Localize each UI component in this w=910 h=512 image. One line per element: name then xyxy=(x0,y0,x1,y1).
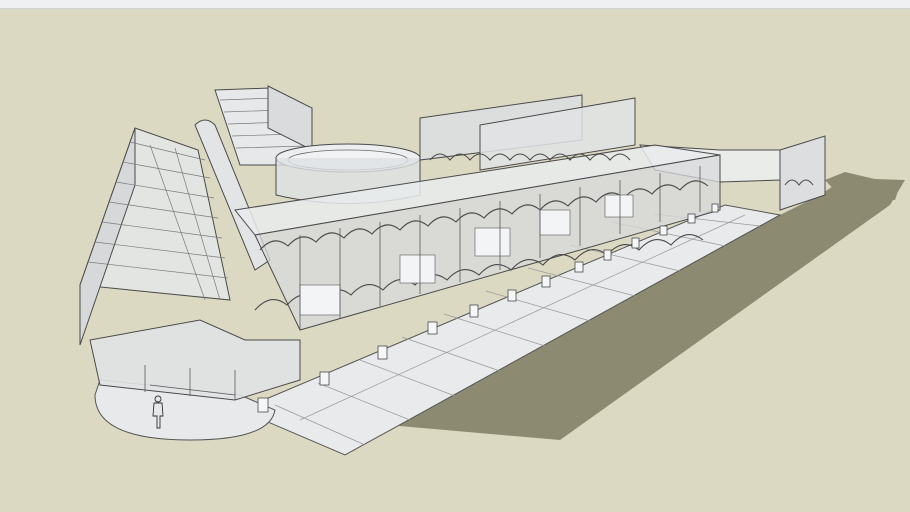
building-model-scene[interactable] xyxy=(0,0,910,512)
3d-model-viewport[interactable] xyxy=(0,0,910,512)
